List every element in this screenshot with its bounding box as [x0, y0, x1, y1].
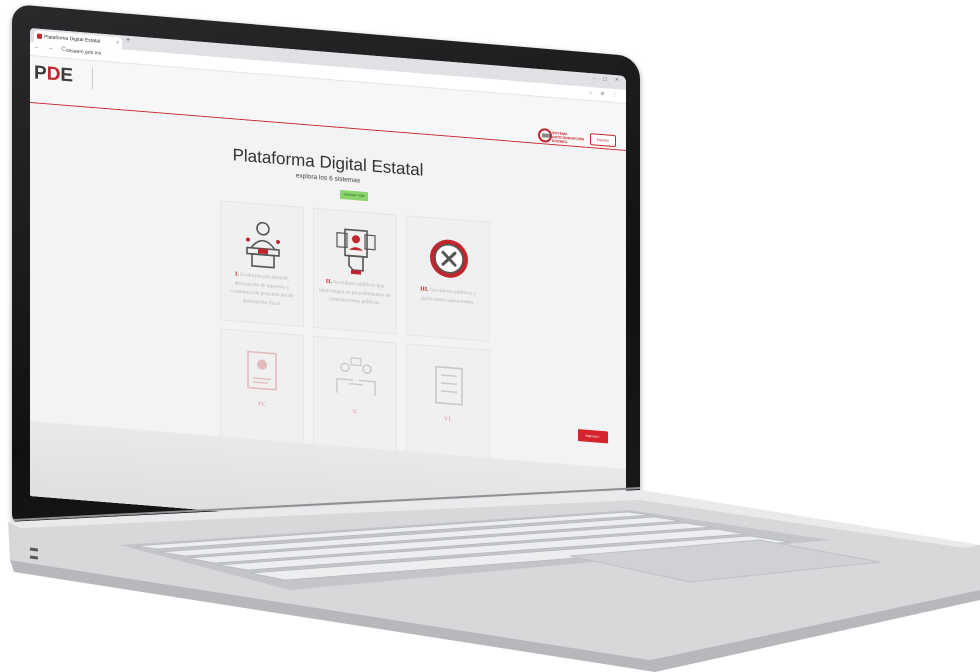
profile-document-icon: [247, 350, 277, 391]
header-login-button[interactable]: Ingresar: [590, 133, 616, 148]
speaker-podium-icon: [246, 221, 280, 269]
conocer-mas-button[interactable]: Conocer más: [340, 189, 368, 202]
tab-close-icon[interactable]: ×: [116, 37, 119, 49]
system-card-5[interactable]: V.: [313, 335, 397, 463]
meeting-people-icon: [336, 357, 376, 396]
pde-logo[interactable]: PDE: [34, 62, 73, 87]
checklist-document-icon: [435, 365, 463, 406]
system-card-4[interactable]: IV.: [220, 328, 304, 456]
system-card-label: II. Servidores públicos que intervengan …: [319, 278, 391, 307]
partner-logo-text: SISTEMA ANTICORRUPCIÓN EDOMEX: [552, 130, 585, 145]
system-card-label: IV.: [258, 401, 266, 408]
laptop-screen: Plataforma Digital Estatal × + – ▢ ✕ ← →…: [30, 28, 626, 544]
system-card-label: III. Servidores públicos y particulares …: [420, 286, 476, 306]
system-card-label: V.: [352, 408, 358, 416]
systems-grid: I. Evolución patrimonial, declaración de…: [220, 200, 490, 471]
new-tab-button[interactable]: +: [126, 37, 130, 44]
favicon-icon: [37, 33, 42, 39]
system-card-label: I. Evolución patrimonial, declaración de…: [230, 271, 294, 307]
system-card-2[interactable]: II. Servidores públicos que intervengan …: [313, 207, 397, 335]
login-button[interactable]: Ingresar ›: [578, 429, 608, 444]
address-bar-icons[interactable]: ☆ ⊕ ⋮: [589, 90, 620, 99]
system-card-1[interactable]: I. Evolución patrimonial, declaración de…: [220, 200, 304, 328]
url-field[interactable]: sesaem.gob.mx: [66, 48, 101, 57]
nav-buttons[interactable]: ← → C: [34, 44, 69, 53]
system-card-label: VI.: [443, 416, 453, 423]
window-controls[interactable]: – ▢ ✕: [593, 75, 622, 83]
logo-letter-e: E: [60, 64, 74, 87]
logo-letter-d: D: [46, 63, 61, 86]
logo-divider: [92, 66, 93, 90]
logo-letter-p: P: [34, 62, 47, 85]
main-content: Plataforma Digital Estatal explora los 6…: [30, 103, 626, 544]
system-card-6[interactable]: VI.: [406, 343, 490, 471]
system-card-3[interactable]: III. Servidores públicos y particulares …: [406, 215, 490, 343]
x-circle-icon: [430, 239, 468, 278]
id-card-hand-icon: [336, 228, 376, 275]
